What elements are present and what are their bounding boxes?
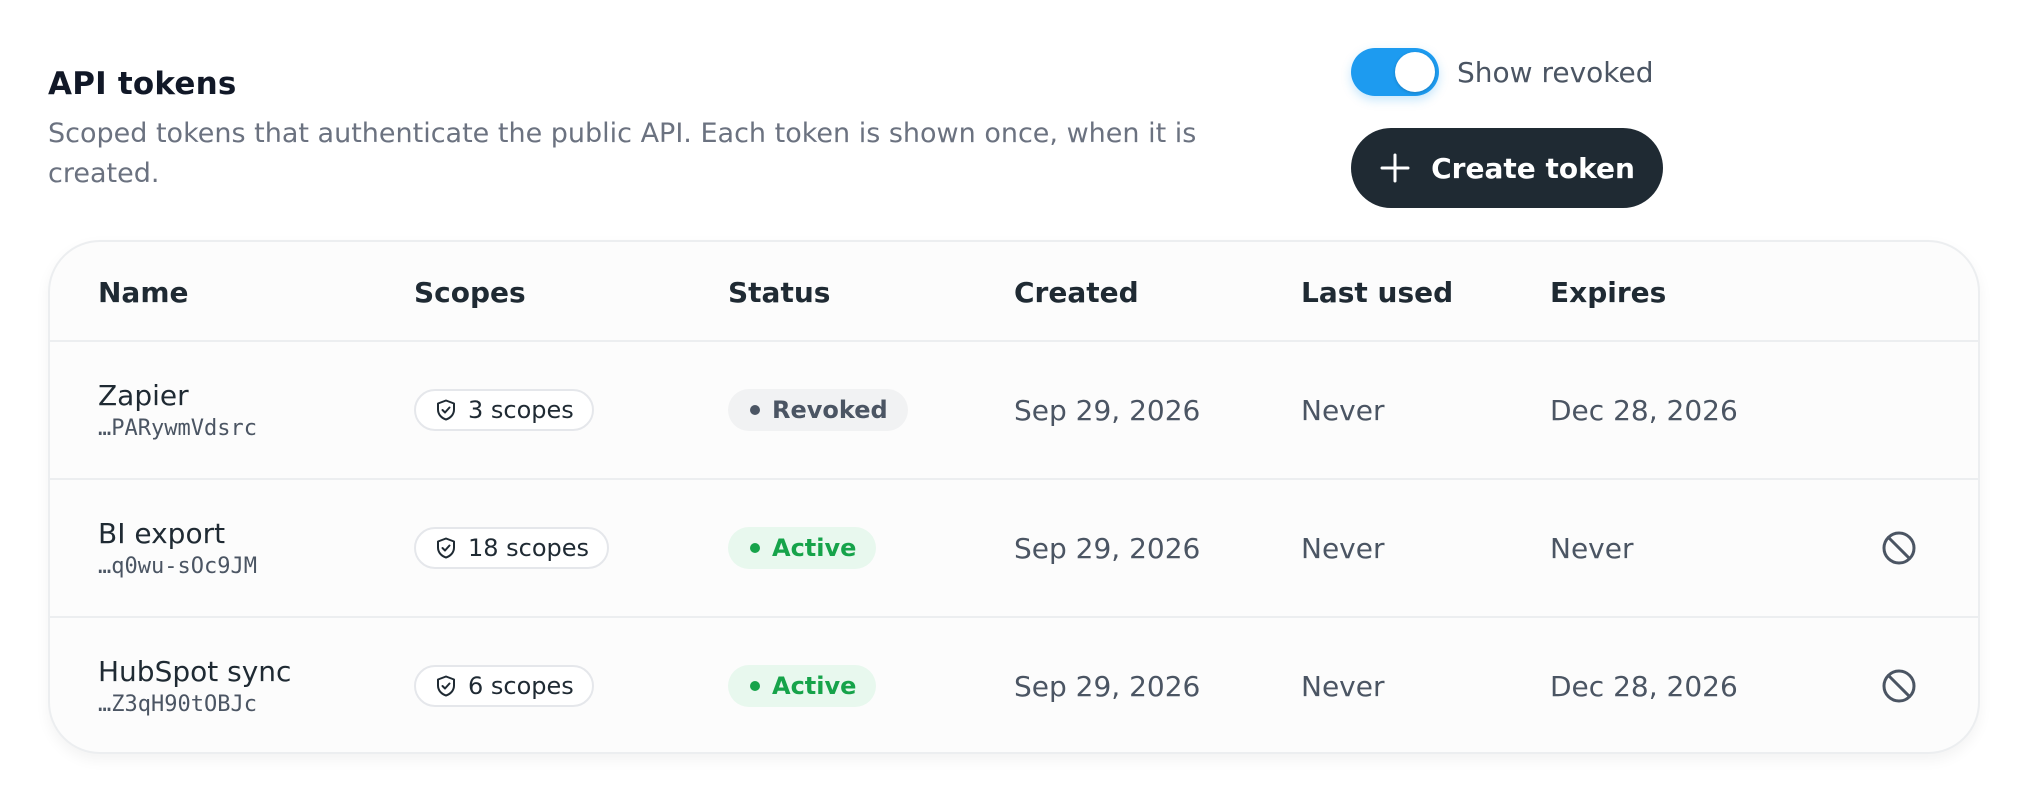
table-row: BI export …q0wu-sOc9JM 18 scopes Active [50, 478, 1978, 616]
status-dot [750, 405, 760, 415]
column-header-scopes: Scopes [414, 275, 526, 309]
column-header-last-used: Last used [1301, 275, 1454, 309]
status-label: Active [772, 672, 857, 700]
status-badge: Revoked [728, 389, 908, 431]
show-revoked-toggle[interactable] [1351, 48, 1439, 96]
token-name: BI export [98, 517, 226, 550]
last-used: Never [1301, 393, 1385, 427]
toggle-knob [1395, 52, 1435, 92]
show-revoked-control: Show revoked [1351, 48, 1654, 96]
column-header-created: Created [1014, 275, 1139, 309]
token-name: HubSpot sync [98, 655, 292, 688]
page-description: Scoped tokens that authenticate the publ… [48, 118, 1197, 189]
status-label: Active [772, 534, 857, 562]
last-used: Never [1301, 531, 1385, 565]
expires-date: Never [1550, 531, 1634, 565]
token-name-cell: HubSpot sync …Z3qH90tOBJc [98, 618, 292, 752]
status-badge: Active [728, 527, 877, 569]
status-dot [750, 681, 760, 691]
scopes-badge[interactable]: 3 scopes [414, 389, 594, 431]
scopes-count: 3 scopes [468, 396, 574, 424]
status-cell: Active [728, 480, 877, 616]
column-header-status: Status [728, 275, 831, 309]
expires-date: Dec 28, 2026 [1550, 393, 1738, 427]
shield-check-icon [437, 537, 455, 559]
tokens-table: Name Scopes Status Created Last used Exp… [48, 240, 1980, 754]
status-cell: Active [728, 618, 877, 752]
plus-icon [1380, 153, 1410, 183]
token-name: Zapier [98, 379, 189, 412]
status-badge: Active [728, 665, 877, 707]
column-header-expires: Expires [1550, 275, 1667, 309]
created-date: Sep 29, 2026 [1014, 669, 1201, 703]
token-key-suffix: …Z3qH90tOBJc [98, 692, 257, 717]
status-dot [750, 543, 760, 553]
column-header-name: Name [98, 275, 189, 309]
show-revoked-label: Show revoked [1457, 55, 1654, 89]
ban-icon[interactable] [1880, 667, 1918, 705]
created-date: Sep 29, 2026 [1014, 393, 1201, 427]
revoke-action-cell [1880, 480, 1918, 616]
scopes-cell: 18 scopes [414, 480, 610, 616]
token-key-suffix: …PARywmVdsrc [98, 416, 257, 441]
token-key-suffix: …q0wu-sOc9JM [98, 554, 257, 579]
scopes-cell: 3 scopes [414, 342, 594, 478]
create-token-button[interactable]: Create token [1351, 128, 1663, 208]
token-name-cell: BI export …q0wu-sOc9JM [98, 480, 257, 616]
scopes-count: 6 scopes [468, 672, 574, 700]
table-header-row: Name Scopes Status Created Last used Exp… [50, 242, 1978, 342]
shield-check-icon [437, 675, 455, 697]
last-used: Never [1301, 669, 1385, 703]
status-label: Revoked [772, 396, 888, 424]
api-tokens-page: API tokens Scoped tokens that authentica… [0, 0, 2028, 802]
table-row: HubSpot sync …Z3qH90tOBJc 6 scopes Activ… [50, 616, 1978, 752]
table-row: Zapier …PARywmVdsrc 3 scopes Revoked Sep… [50, 340, 1978, 478]
scopes-count: 18 scopes [468, 534, 590, 562]
page-title: API tokens [48, 66, 237, 102]
expires-date: Dec 28, 2026 [1550, 669, 1738, 703]
shield-check-icon [437, 399, 455, 421]
ban-icon[interactable] [1880, 529, 1918, 567]
status-cell: Revoked [728, 342, 908, 478]
scopes-badge[interactable]: 18 scopes [414, 527, 610, 569]
scopes-cell: 6 scopes [414, 618, 594, 752]
token-name-cell: Zapier …PARywmVdsrc [98, 342, 257, 478]
scopes-badge[interactable]: 6 scopes [414, 665, 594, 707]
create-token-label: Create token [1431, 151, 1635, 185]
created-date: Sep 29, 2026 [1014, 531, 1201, 565]
revoke-action-cell [1880, 618, 1918, 752]
